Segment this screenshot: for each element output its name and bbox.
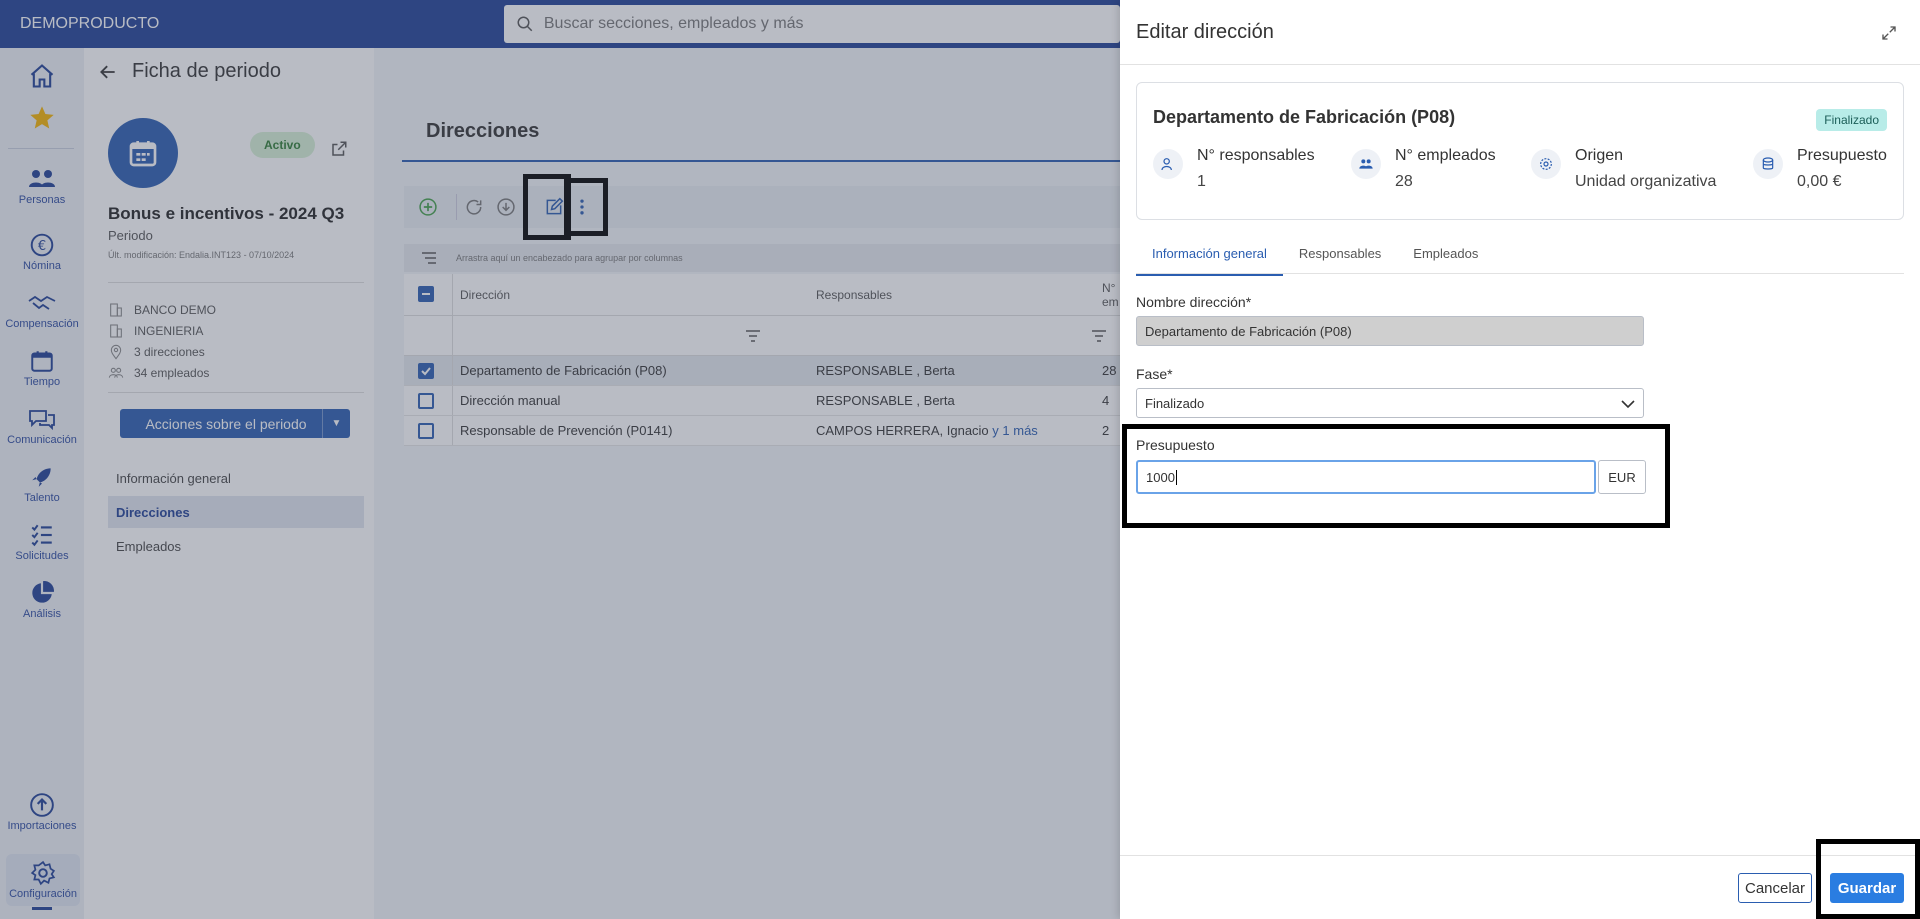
- budget-label: Presupuesto: [1136, 437, 1215, 453]
- phase-select[interactable]: Finalizado: [1136, 388, 1644, 418]
- modal-backdrop[interactable]: [0, 0, 1120, 919]
- expand-icon[interactable]: [1880, 24, 1898, 42]
- person-icon: [1161, 158, 1172, 171]
- stat-responsables: N° responsables 1: [1153, 147, 1315, 191]
- edit-direction-drawer: Editar dirección Departamento de Fabrica…: [1120, 0, 1920, 919]
- direction-summary-card: Departamento de Fabricación (P08) Finali…: [1136, 82, 1904, 220]
- chevron-down-icon: [1621, 400, 1635, 409]
- tab-informacion-general[interactable]: Información general: [1136, 238, 1283, 276]
- phase-label: Fase*: [1136, 366, 1173, 382]
- tab-responsables[interactable]: Responsables: [1283, 238, 1397, 274]
- drawer-tabs: Información general Responsables Emplead…: [1136, 238, 1494, 276]
- name-field[interactable]: Departamento de Fabricación (P08): [1136, 316, 1644, 346]
- gear-icon: [1540, 158, 1552, 170]
- budget-input[interactable]: 1000: [1136, 460, 1596, 494]
- tab-empleados[interactable]: Empleados: [1397, 238, 1494, 274]
- stat-presupuesto: Presupuesto 0,00 €: [1753, 147, 1887, 191]
- name-label: Nombre dirección*: [1136, 294, 1252, 310]
- stat-empleados: N° empleados 28: [1351, 147, 1496, 191]
- coins-icon: [1762, 157, 1774, 170]
- people-icon: [1359, 159, 1373, 169]
- highlight-save: [1816, 839, 1920, 919]
- phase-value: Finalizado: [1145, 395, 1205, 411]
- status-badge: Finalizado: [1816, 109, 1887, 131]
- drawer-title: Editar dirección: [1136, 21, 1274, 43]
- cancel-button[interactable]: Cancelar: [1738, 873, 1812, 903]
- currency-addon: EUR: [1598, 460, 1646, 494]
- budget-value: 1000: [1146, 469, 1177, 485]
- stat-origen: Origen Unidad organizativa: [1531, 147, 1716, 191]
- card-title: Departamento de Fabricación (P08): [1153, 107, 1456, 127]
